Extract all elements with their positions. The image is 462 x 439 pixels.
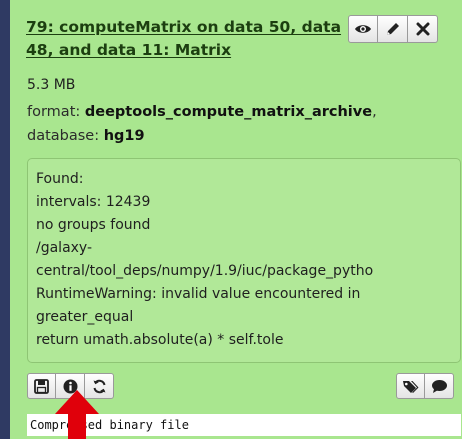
dataset-title[interactable]: 79: computeMatrix on data 50, data 48, a… — [26, 16, 344, 62]
database-label: database: — [27, 128, 100, 144]
dataset-size: 5.3 MB — [27, 77, 76, 93]
tags-button[interactable] — [396, 373, 425, 399]
red-annotation-arrow — [55, 390, 99, 439]
format-row: format: deeptools_compute_matrix_archive… — [27, 100, 457, 124]
dataset-title-actions — [348, 15, 438, 43]
dataset-secondary-actions — [396, 373, 454, 399]
view-button[interactable] — [348, 15, 378, 43]
peek-line: no groups found — [36, 217, 151, 233]
format-separator: , — [372, 104, 377, 120]
eye-icon — [355, 25, 371, 33]
peek-line: greater_equal — [36, 309, 134, 325]
peek-line: intervals: 12439 — [36, 194, 151, 210]
download-button[interactable] — [27, 373, 56, 399]
dataset-item: 79: computeMatrix on data 50, data 48, a… — [10, 0, 462, 439]
close-icon — [416, 22, 429, 36]
edit-button[interactable] — [378, 15, 408, 43]
dataset-peek: Found: intervals: 12439 no groups found … — [27, 158, 461, 363]
database-row: database: hg19 — [27, 124, 457, 148]
format-value: deeptools_compute_matrix_archive — [84, 104, 373, 120]
peek-line: RuntimeWarning: invalid value encountere… — [36, 286, 361, 302]
history-scroll-edge — [0, 0, 10, 439]
comment-icon — [431, 379, 447, 393]
peek-line: central/tool_deps/numpy/1.9/iuc/package_… — [36, 263, 374, 279]
peek-line: /galaxy- — [36, 240, 93, 256]
dataset-meta: format: deeptools_compute_matrix_archive… — [27, 100, 457, 148]
peek-line: return umath.absolute(a) * self.tole — [36, 332, 284, 348]
pencil-icon — [386, 23, 399, 35]
tags-icon — [403, 380, 419, 393]
annotation-button[interactable] — [425, 373, 454, 399]
database-value: hg19 — [103, 128, 145, 144]
peek-line: Found: — [36, 171, 84, 187]
save-icon — [34, 378, 49, 394]
format-label: format: — [27, 104, 81, 120]
delete-button[interactable] — [408, 15, 438, 43]
